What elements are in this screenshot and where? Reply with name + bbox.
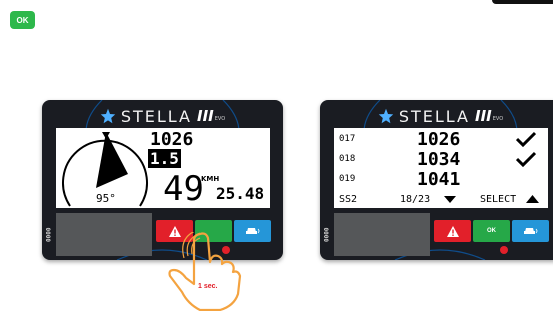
list-item: 018 1034: [334, 149, 548, 170]
screen-footer: SS2 18/23 SELECT: [334, 192, 548, 208]
page-indicator: 18/23: [400, 194, 431, 205]
stage-label: SS2: [339, 194, 358, 205]
warning-triangle-icon: [446, 225, 459, 237]
check-icon: [516, 151, 536, 167]
time-highlight: 1.5: [148, 149, 181, 168]
brand-mark: III: [197, 107, 214, 125]
select-label: SELECT: [480, 194, 517, 205]
row-number: 018: [339, 154, 356, 164]
maker-logo: [500, 245, 550, 255]
ok-badge: OK: [10, 11, 35, 29]
maker-logo-icon: [500, 246, 508, 254]
brand-header: STELLA III EVO: [320, 105, 553, 127]
up-arrow-icon: [526, 195, 539, 203]
speed-unit: KMH: [201, 175, 220, 183]
brand-name: STELLA: [120, 106, 192, 126]
row-time: 1026: [417, 129, 461, 150]
brand-edition: EVO: [214, 116, 226, 122]
ok-button-label: OK: [487, 228, 496, 234]
car-icon: [523, 228, 537, 234]
stella-star-icon: [378, 108, 394, 124]
brand-mark: III: [475, 107, 492, 125]
side-label: 0000: [45, 227, 53, 243]
screen-right: 017 1026 018 1034 019 1041 SS2 18/23 SEL…: [334, 128, 548, 208]
distance-value: 25.48: [216, 184, 265, 203]
gray-pad: [334, 213, 430, 256]
device-right: STELLA III EVO 017 1026 018 1034 019 104…: [320, 100, 553, 260]
row-time: 1034: [417, 149, 461, 170]
check-icon: [516, 131, 536, 147]
stella-star-icon: [100, 108, 116, 124]
hold-duration-label: 1 sec.: [198, 283, 218, 290]
row-number: 017: [339, 134, 356, 144]
heading-angle: 95°: [96, 192, 116, 205]
time-top: 1026: [150, 129, 194, 150]
brand-header: STELLA III EVO: [42, 105, 283, 127]
side-label: 0000: [323, 227, 331, 243]
gray-pad: [56, 213, 152, 256]
row-number: 019: [339, 174, 356, 184]
down-arrow-icon: [444, 196, 456, 203]
brand-edition: EVO: [492, 116, 504, 122]
list-item: 017 1026: [334, 129, 548, 150]
screen-left: 1026 1.5 49 KMH 25.48 95°: [56, 128, 270, 208]
pointing-hand-icon: [168, 232, 242, 311]
ok-button[interactable]: OK: [473, 220, 510, 242]
car-button[interactable]: [512, 220, 549, 242]
row-time: 1041: [417, 169, 461, 190]
speed-value: 49: [163, 169, 204, 208]
top-edge-bar: [492, 0, 553, 4]
brand-name: STELLA: [398, 106, 470, 126]
list-item: 019 1041: [334, 169, 548, 190]
warning-button[interactable]: [434, 220, 471, 242]
